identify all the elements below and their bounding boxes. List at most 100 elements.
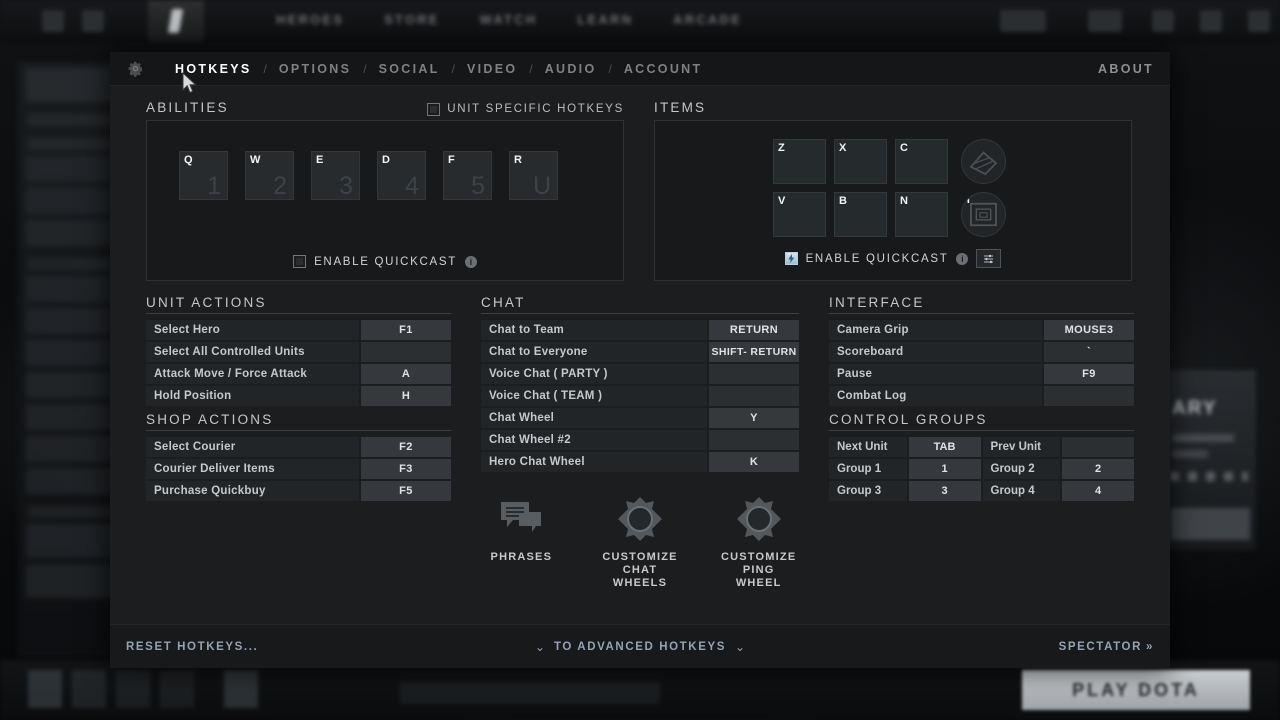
control-group-key[interactable] bbox=[1062, 437, 1135, 457]
chevron-down-left-icon: ⌄ bbox=[534, 639, 545, 654]
binding-row[interactable]: Hold Position H bbox=[146, 386, 451, 406]
binding-key[interactable]: F5 bbox=[361, 481, 451, 501]
phrases-button[interactable]: PHRASES bbox=[481, 494, 562, 590]
settings-tabbar: HOTKEYS / OPTIONS / SOCIAL / VIDEO / AUD… bbox=[110, 52, 1170, 86]
items-quickcast-checkbox[interactable] bbox=[784, 252, 798, 265]
info-icon[interactable]: i bbox=[956, 252, 969, 265]
binding-key[interactable] bbox=[709, 430, 799, 450]
item-key-slot[interactable]: Z bbox=[773, 139, 826, 184]
unit-specific-hotkeys-label: UNIT SPECIFIC HOTKEYS bbox=[447, 103, 624, 115]
items-row-1: Z X C bbox=[773, 139, 1131, 184]
tp-scroll-slot[interactable]: T bbox=[961, 192, 1006, 237]
control-group-key[interactable]: 1 bbox=[908, 459, 981, 479]
binding-key[interactable]: Y bbox=[709, 408, 799, 428]
ability-key-slot[interactable]: E 3 bbox=[311, 151, 360, 200]
binding-label: Chat Wheel #2 bbox=[481, 430, 707, 450]
binding-row[interactable]: Attack Move / Force Attack A bbox=[146, 364, 451, 384]
settings-body: ABILITIES UNIT SPECIFIC HOTKEYS Q 1 W 2 … bbox=[110, 86, 1170, 590]
reset-hotkeys-button[interactable]: RESET HOTKEYS... bbox=[126, 641, 258, 653]
binding-row[interactable]: Chat Wheel #2 bbox=[481, 430, 799, 450]
friends-icon-bg bbox=[1248, 10, 1270, 32]
spectator-button[interactable]: SPECTATOR » bbox=[1059, 641, 1154, 653]
binding-key[interactable]: SHIFT- RETURN bbox=[709, 342, 799, 362]
to-advanced-hotkeys-button[interactable]: TO ADVANCED HOTKEYS bbox=[554, 641, 726, 653]
play-dota-button-bg[interactable]: PLAY DOTA bbox=[1022, 670, 1250, 710]
binding-row[interactable]: Select Courier F2 bbox=[146, 437, 451, 457]
chat-wheel-icon bbox=[617, 494, 663, 544]
binding-row[interactable]: Purchase Quickbuy F5 bbox=[146, 481, 451, 501]
gear-icon[interactable] bbox=[126, 59, 145, 78]
binding-key[interactable]: MOUSE3 bbox=[1044, 320, 1134, 340]
binding-row[interactable]: Voice Chat ( PARTY ) bbox=[481, 364, 799, 384]
binding-label: Voice Chat ( TEAM ) bbox=[481, 386, 707, 406]
about-link[interactable]: ABOUT bbox=[1098, 62, 1154, 76]
binding-key[interactable]: F2 bbox=[361, 437, 451, 457]
binding-key[interactable]: A bbox=[361, 364, 451, 384]
binding-row[interactable]: Chat to Everyone SHIFT- RETURN bbox=[481, 342, 799, 362]
binding-key[interactable] bbox=[709, 364, 799, 384]
binding-row[interactable]: Hero Chat Wheel K bbox=[481, 452, 799, 472]
item-key-slot[interactable]: C bbox=[895, 139, 948, 184]
binding-row[interactable]: Pause F9 bbox=[829, 364, 1134, 384]
tab-hotkeys[interactable]: HOTKEYS bbox=[163, 62, 264, 76]
ability-key-slot[interactable]: Q 1 bbox=[179, 151, 228, 200]
binding-row[interactable]: Chat to Team RETURN bbox=[481, 320, 799, 340]
binding-key[interactable] bbox=[1044, 386, 1134, 406]
profile-icon-bg bbox=[1152, 10, 1174, 32]
customize-ping-wheel-button[interactable]: CUSTOMIZE PING WHEEL bbox=[718, 494, 799, 590]
dota-logo-bg bbox=[148, 0, 204, 42]
ability-key-slot[interactable]: W 2 bbox=[245, 151, 294, 200]
control-groups-title: CONTROL GROUPS bbox=[829, 412, 1134, 431]
item-key-slot[interactable]: B bbox=[834, 192, 887, 237]
binding-key[interactable]: K bbox=[709, 452, 799, 472]
chat-icon-buttons: PHRASES CUSTOMIZE CHAT WHEELS CUSTOMIZE … bbox=[481, 494, 799, 590]
binding-row[interactable]: Combat Log bbox=[829, 386, 1134, 406]
binding-row[interactable]: Camera Grip MOUSE3 bbox=[829, 320, 1134, 340]
phrases-label: PHRASES bbox=[490, 551, 553, 563]
binding-row[interactable]: Voice Chat ( TEAM ) bbox=[481, 386, 799, 406]
binding-key[interactable] bbox=[361, 342, 451, 362]
binding-key[interactable] bbox=[709, 386, 799, 406]
binding-key[interactable]: F1 bbox=[361, 320, 451, 340]
customize-chat-wheels-button[interactable]: CUSTOMIZE CHAT WHEELS bbox=[600, 494, 681, 590]
binding-row[interactable]: Scoreboard ` bbox=[829, 342, 1134, 362]
binding-row[interactable]: Select All Controlled Units bbox=[146, 342, 451, 362]
chevron-down-right-icon: ⌄ bbox=[735, 639, 746, 654]
ability-key-slot[interactable]: R U bbox=[509, 151, 558, 200]
tab-audio[interactable]: AUDIO bbox=[533, 62, 609, 76]
tab-social[interactable]: SOCIAL bbox=[367, 62, 452, 76]
item-neutral-slot[interactable] bbox=[961, 139, 1006, 184]
binding-row[interactable]: Select Hero F1 bbox=[146, 320, 451, 340]
item-key-slot[interactable]: X bbox=[834, 139, 887, 184]
info-icon[interactable]: i bbox=[464, 255, 477, 268]
binding-key[interactable]: F3 bbox=[361, 459, 451, 479]
ability-key-slot[interactable]: F 5 bbox=[443, 151, 492, 200]
binding-key[interactable]: H bbox=[361, 386, 451, 406]
tab-account[interactable]: ACCOUNT bbox=[612, 62, 715, 76]
control-group-key[interactable]: 4 bbox=[1062, 481, 1134, 501]
binding-key[interactable]: RETURN bbox=[709, 320, 799, 340]
spectator-label: SPECTATOR bbox=[1058, 640, 1142, 653]
control-group-key[interactable]: 2 bbox=[1062, 459, 1134, 479]
item-key-letter: N bbox=[900, 195, 908, 207]
nav-store: STORE bbox=[384, 12, 440, 27]
settings-dialog: HOTKEYS / OPTIONS / SOCIAL / VIDEO / AUD… bbox=[110, 52, 1170, 668]
bottom-item-1-bg bbox=[28, 670, 62, 708]
quickcast-settings-button[interactable] bbox=[976, 249, 1002, 268]
unit-specific-hotkeys-checkbox[interactable] bbox=[427, 102, 441, 116]
binding-row[interactable]: Chat Wheel Y bbox=[481, 408, 799, 428]
tab-video[interactable]: VIDEO bbox=[455, 62, 529, 76]
binding-key[interactable]: ` bbox=[1044, 342, 1134, 362]
item-key-slot[interactable]: N bbox=[895, 192, 948, 237]
tab-options[interactable]: OPTIONS bbox=[267, 62, 363, 76]
binding-row[interactable]: Courier Deliver Items F3 bbox=[146, 459, 451, 479]
abilities-quickcast-checkbox[interactable] bbox=[293, 255, 307, 268]
control-group-key[interactable]: TAB bbox=[908, 437, 981, 457]
ability-key-slot[interactable]: D 4 bbox=[377, 151, 426, 200]
item-key-slot[interactable]: V bbox=[773, 192, 826, 237]
control-group-key[interactable]: 3 bbox=[908, 481, 981, 501]
item-key-letter: B bbox=[839, 195, 847, 207]
binding-key[interactable]: F9 bbox=[1044, 364, 1134, 384]
unit-specific-hotkeys-toggle[interactable]: UNIT SPECIFIC HOTKEYS bbox=[427, 102, 624, 116]
binding-label: Select Hero bbox=[146, 320, 359, 340]
